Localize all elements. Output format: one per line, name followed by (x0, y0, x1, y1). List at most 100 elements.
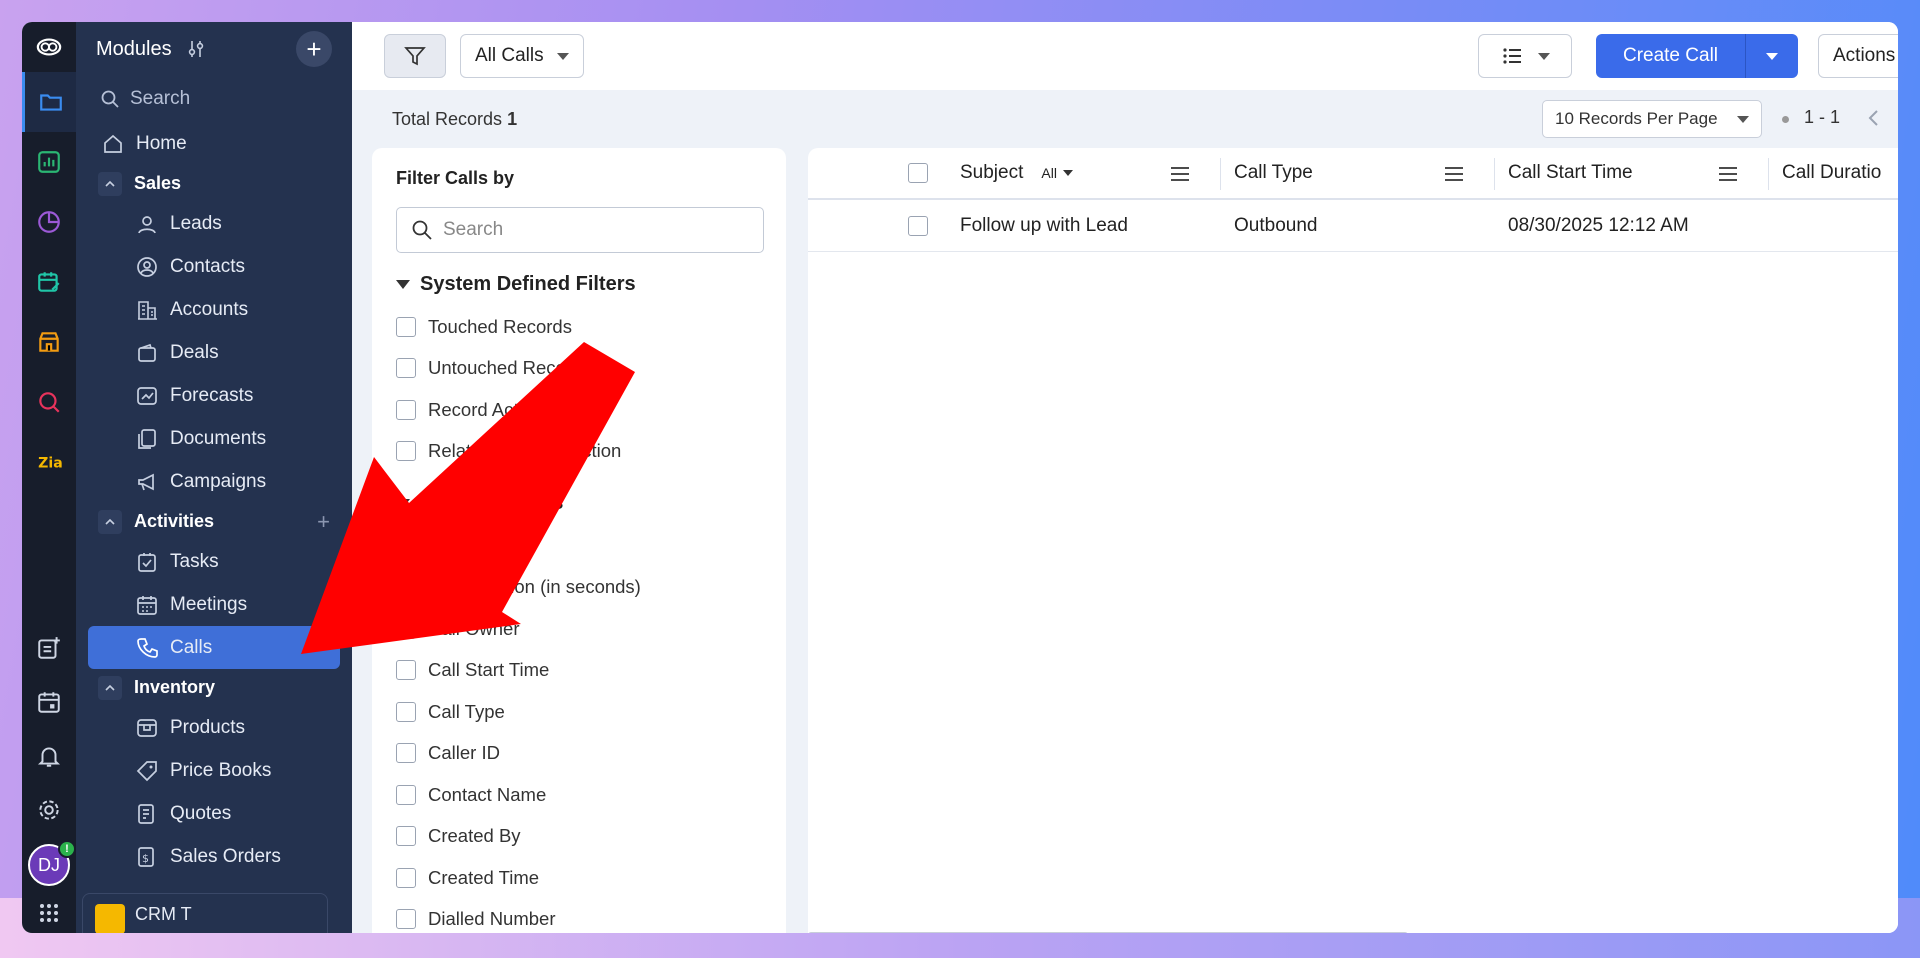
apps-grid-icon[interactable] (22, 893, 76, 933)
filter-option[interactable]: Record Action (396, 389, 766, 431)
filter-option[interactable]: Call Start Time (396, 650, 766, 692)
row-checkbox[interactable] (908, 215, 928, 236)
sidebar-search[interactable]: Search (76, 76, 352, 122)
filter-option-label: Call Duration (428, 534, 535, 556)
notes-add-icon[interactable] (22, 621, 76, 675)
more-options-icon[interactable]: ••• (304, 636, 328, 659)
filter-option[interactable]: Untouched Records (396, 348, 766, 390)
sidebar-item-label: Home (136, 132, 187, 154)
select-all-checkbox[interactable] (908, 163, 928, 183)
sidebar-item-home[interactable]: Home (76, 122, 352, 165)
checkbox[interactable] (396, 577, 416, 598)
cell-subject[interactable]: Follow up with Lead (960, 200, 1128, 251)
teamspace-icon (95, 904, 125, 933)
zia-icon[interactable]: Zia (22, 432, 76, 492)
add-module-button[interactable]: + (296, 31, 332, 67)
column-menu-icon[interactable] (1170, 165, 1190, 183)
subject-filter-dropdown[interactable]: All (1041, 165, 1073, 181)
system-filters-heading[interactable]: System Defined Filters (396, 273, 766, 296)
column-call-start-time[interactable]: Call Start Time (1508, 148, 1633, 198)
calendar-icon[interactable] (22, 675, 76, 729)
checkbox[interactable] (396, 660, 416, 681)
checkbox[interactable] (396, 441, 416, 462)
add-activity-icon[interactable]: + (317, 509, 330, 535)
chevron-up-icon[interactable] (98, 509, 122, 534)
search-insights-icon[interactable] (22, 372, 76, 432)
filter-toggle-button[interactable] (384, 34, 446, 78)
filter-option[interactable]: Touched Records (396, 306, 766, 348)
create-call-dropdown[interactable] (1746, 34, 1798, 78)
filter-option[interactable]: Contact Name (396, 774, 766, 816)
customize-modules-icon[interactable] (186, 39, 206, 59)
settings-gear-icon[interactable] (22, 783, 76, 837)
analytics-icon[interactable] (22, 132, 76, 192)
checkbox[interactable] (396, 784, 416, 805)
bell-icon[interactable] (22, 729, 76, 783)
column-call-duration[interactable]: Call Duratio (1782, 148, 1881, 198)
actions-dropdown[interactable]: Actions (1818, 34, 1898, 78)
sidebar-group-inventory[interactable]: Inventory (76, 669, 352, 706)
horizontal-scrollbar[interactable] (808, 932, 1408, 933)
filter-option[interactable]: Created Time (396, 857, 766, 899)
sidebar-item-quotes[interactable]: Quotes (76, 792, 352, 835)
checkbox[interactable] (396, 867, 416, 888)
zoho-logo-icon[interactable] (22, 22, 76, 72)
filter-option[interactable]: Dialled Number (396, 899, 766, 934)
filter-option[interactable]: Call Duration (396, 525, 766, 567)
sidebar-item-price-books[interactable]: Price Books (76, 749, 352, 792)
caret-down-icon (396, 499, 410, 508)
modules-folder-icon[interactable] (22, 72, 76, 132)
checkbox[interactable] (396, 535, 416, 556)
column-menu-icon[interactable] (1718, 165, 1738, 183)
records-per-page-select[interactable]: 10 Records Per Page (1542, 100, 1762, 138)
marketplace-store-icon[interactable] (22, 312, 76, 372)
sidebar-group-activities[interactable]: Activities + (76, 503, 352, 540)
checkbox[interactable] (396, 358, 416, 379)
checkbox[interactable] (396, 399, 416, 420)
checkbox[interactable] (396, 316, 416, 337)
user-avatar-container[interactable]: DJ ! (22, 837, 76, 893)
filter-option[interactable]: Call Type (396, 691, 766, 733)
sidebar-item-forecasts[interactable]: Forecasts (76, 374, 352, 417)
sidebar-item-accounts[interactable]: Accounts (76, 288, 352, 331)
chevron-up-icon[interactable] (98, 675, 122, 700)
previous-page-icon[interactable] (1864, 106, 1884, 130)
field-filters-heading[interactable]: Filter By Fields (396, 492, 766, 515)
filter-option[interactable]: Call Owner (396, 608, 766, 650)
sidebar-item-meetings[interactable]: Meetings (76, 583, 352, 626)
sidebar-item-sales-orders[interactable]: $ Sales Orders (76, 835, 352, 878)
checkbox[interactable] (396, 743, 416, 764)
sidebar-item-label: Accounts (170, 298, 249, 320)
view-select-dropdown[interactable]: All Calls (460, 34, 584, 78)
sidebar-item-campaigns[interactable]: Campaigns (76, 460, 352, 503)
sidebar-item-products[interactable]: Products (76, 706, 352, 749)
table-row[interactable]: Follow up with Lead Outbound 08/30/2025 … (808, 200, 1898, 252)
filter-option[interactable]: Related Records Action (396, 431, 766, 473)
filter-option[interactable]: Call Duration (in seconds) (396, 567, 766, 609)
checkbox[interactable] (396, 618, 416, 639)
filter-search-input[interactable]: Search (396, 207, 764, 253)
checkbox[interactable] (396, 826, 416, 847)
sidebar-item-calls[interactable]: Calls ••• (88, 626, 340, 669)
column-menu-icon[interactable] (1444, 165, 1464, 183)
column-call-type[interactable]: Call Type (1234, 148, 1313, 198)
sidebar-item-label: Campaigns (170, 470, 267, 492)
sidebar-item-deals[interactable]: Deals (76, 331, 352, 374)
column-subject[interactable]: Subject All (960, 148, 1073, 198)
filter-option[interactable]: Caller ID (396, 733, 766, 775)
checkbox[interactable] (396, 701, 416, 722)
create-call-button[interactable]: Create Call (1596, 34, 1746, 78)
list-view-toggle[interactable] (1478, 34, 1572, 78)
checkbox[interactable] (396, 909, 416, 930)
sidebar-item-leads[interactable]: Leads (76, 202, 352, 245)
reports-pie-icon[interactable] (22, 192, 76, 252)
planner-calendar-icon[interactable] (22, 252, 76, 312)
filter-option[interactable]: Created By (396, 816, 766, 858)
sidebar-group-sales[interactable]: Sales (76, 165, 352, 202)
crm-teamspace-switcher[interactable]: CRM T (82, 893, 328, 933)
sidebar-item-tasks[interactable]: Tasks (76, 540, 352, 583)
sidebar-item-contacts[interactable]: Contacts (76, 245, 352, 288)
sidebar-item-documents[interactable]: Documents (76, 417, 352, 460)
avatar[interactable]: DJ ! (28, 840, 76, 886)
chevron-up-icon[interactable] (98, 171, 122, 196)
